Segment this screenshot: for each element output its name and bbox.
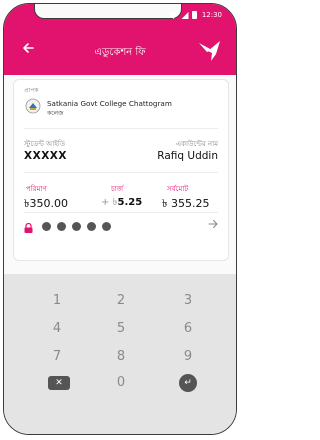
phone-notch	[34, 4, 182, 19]
total-label: সর্বমোট	[167, 185, 189, 193]
key-8[interactable]: 8	[96, 346, 146, 368]
numeric-keypad: 1 2 3 4 5 6 7 8 9 ✕ 0 ↵	[4, 274, 236, 434]
student-id-value: XXXXX	[24, 150, 67, 162]
charge-prefix: + ৳	[101, 197, 118, 208]
account-name-label: একাউন্টের নাম	[175, 140, 218, 148]
pin-input[interactable]	[14, 210, 228, 242]
bkash-bird-icon	[199, 41, 220, 61]
status-bar: 12:30	[4, 4, 236, 30]
wifi-icon	[168, 11, 178, 19]
college-name: Satkania Govt College Chattogram	[47, 99, 172, 108]
key-5[interactable]: 5	[96, 318, 146, 340]
pin-dots	[42, 222, 111, 231]
payment-summary-card: প্রাপক Satkania Govt College Chattogram …	[13, 79, 229, 261]
key-2[interactable]: 2	[96, 290, 146, 312]
next-button[interactable]	[208, 218, 218, 232]
key-4[interactable]: 4	[32, 318, 82, 340]
key-1[interactable]: 1	[32, 290, 82, 312]
student-id-label: স্টুডেন্ট আইডি	[24, 140, 66, 148]
status-time: 12:30	[201, 11, 222, 19]
receiver-label: প্রাপক	[24, 87, 39, 94]
divider	[24, 128, 218, 129]
signal-icon	[181, 11, 189, 19]
arrow-right-icon	[208, 219, 218, 229]
lock-icon	[24, 223, 33, 233]
account-name-value: Rafiq Uddin	[157, 150, 218, 162]
pin-dot	[102, 222, 111, 231]
enter-key[interactable]: ↵	[179, 374, 197, 392]
key-0[interactable]: 0	[96, 372, 146, 394]
key-3[interactable]: 3	[163, 290, 213, 312]
status-icons: 12:30	[168, 11, 222, 19]
college-type: কলেজ	[47, 110, 64, 117]
key-6[interactable]: 6	[163, 318, 213, 340]
pin-dot	[57, 222, 66, 231]
charge-amount: 5.25	[117, 197, 143, 208]
key-7[interactable]: 7	[32, 346, 82, 368]
amount-label: পরিমাণ	[26, 185, 47, 193]
college-logo-icon	[25, 98, 41, 114]
delete-key[interactable]: ✕	[48, 376, 70, 390]
key-9[interactable]: 9	[163, 346, 213, 368]
pin-dot	[87, 222, 96, 231]
charge-label: চার্জ	[111, 185, 124, 193]
pin-dot	[42, 222, 51, 231]
divider	[24, 172, 218, 173]
pin-dot	[72, 222, 81, 231]
app-bar: এডুকেশন ফি	[4, 30, 236, 75]
phone-frame: 12:30 এডুকেশন ফি প্রাপক Satkania Govt Co…	[3, 3, 237, 435]
battery-icon	[191, 11, 197, 19]
